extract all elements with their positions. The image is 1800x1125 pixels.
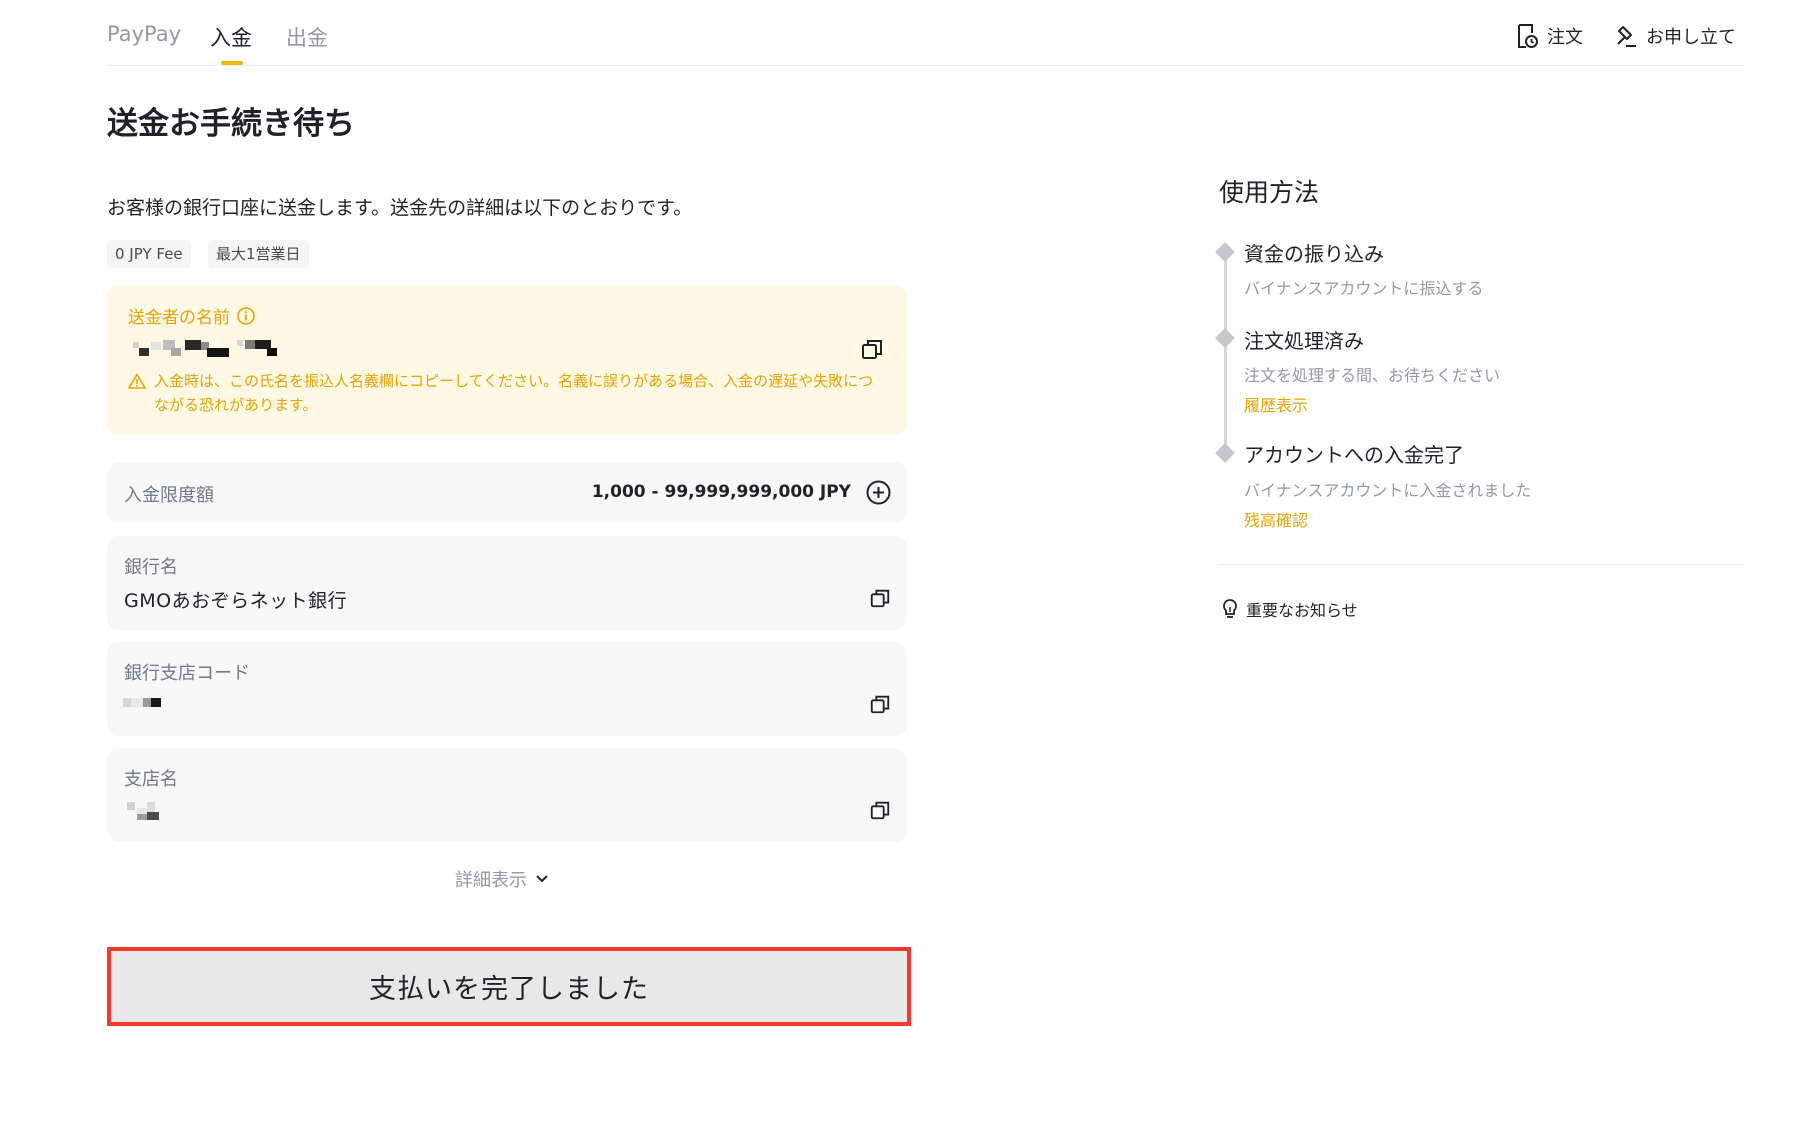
chevron-down-icon	[536, 875, 548, 883]
step-2-title: 注文処理済み	[1244, 329, 1364, 353]
step-2-marker	[1215, 328, 1235, 348]
appeal-button[interactable]: お申し立て	[1614, 23, 1736, 49]
balance-link[interactable]: 残高確認	[1244, 507, 1308, 531]
step-3-desc: バイナンスアカウントに入金されました	[1244, 481, 1532, 500]
plus-circle-icon[interactable]	[865, 479, 892, 506]
bank-name-value: GMOあおぞらネット銀行	[124, 590, 348, 612]
branch-code-label: 銀行支店コード	[124, 663, 250, 684]
fee-badge: 0 JPY Fee	[107, 240, 191, 268]
history-link[interactable]: 履歴表示	[1244, 392, 1308, 416]
tab-deposit[interactable]: 入金	[210, 22, 252, 52]
lightbulb-icon	[1223, 599, 1237, 618]
step-1-title: 資金の振り込み	[1244, 242, 1384, 266]
sender-name-label: 送金者の名前	[128, 308, 230, 328]
gavel-icon	[1617, 26, 1636, 47]
tab-paypay[interactable]: PayPay	[107, 22, 181, 46]
bank-name-card: 銀行名 GMOあおぞらネット銀行	[107, 536, 907, 630]
show-details-label: 詳細表示	[455, 870, 527, 891]
copy-branch-name-icon[interactable]	[869, 799, 891, 821]
step-1-marker	[1215, 242, 1235, 262]
step-2-desc: 注文を処理する間、お待ちください	[1244, 366, 1501, 385]
show-details-toggle[interactable]: 詳細表示	[455, 866, 549, 892]
active-tab-indicator	[221, 61, 243, 65]
sender-name-label-row: 送金者の名前	[128, 303, 256, 328]
important-notice-label: 重要なお知らせ	[1246, 601, 1358, 620]
bank-name-label: 銀行名	[124, 557, 178, 578]
timeline-line	[1224, 250, 1227, 455]
intro-text: お客様の銀行口座に送金します。送金先の詳細は以下のとおりです。	[107, 197, 693, 219]
duration-badge: 最大1営業日	[208, 240, 309, 268]
order-label: 注文	[1547, 27, 1583, 48]
warning-icon	[128, 373, 146, 389]
appeal-label: お申し立て	[1646, 27, 1736, 48]
deposit-limit-card: 入金限度額 1,000 - 99,999,999,000 JPY	[107, 462, 907, 523]
copy-branch-code-icon[interactable]	[869, 693, 891, 715]
step-1-desc: バイナンスアカウントに振込する	[1244, 279, 1484, 298]
sender-name-warning: 入金時は、この氏名を振込人名義欄にコピーしてください。名義に誤りがある場合、入金…	[128, 369, 888, 417]
info-icon[interactable]	[236, 306, 256, 326]
warning-text: 入金時は、この氏名を振込人名義欄にコピーしてください。名義に誤りがある場合、入金…	[154, 372, 874, 414]
branch-name-label: 支店名	[124, 769, 178, 790]
copy-sender-name-icon[interactable]	[860, 337, 884, 361]
how-to-use-title: 使用方法	[1219, 178, 1320, 207]
tab-withdraw[interactable]: 出金	[286, 22, 328, 52]
deposit-limit-label: 入金限度額	[124, 485, 214, 506]
step-3-title: アカウントへの入金完了	[1244, 443, 1464, 467]
sender-name-card: 送金者の名前 入金時は、この氏名を振込人名義欄にコピーしてください。名義に誤りが…	[107, 285, 907, 435]
order-button[interactable]: 注文	[1515, 23, 1583, 49]
deposit-page: PayPay 入金 出金 注文 お申し立て 送金お手続き待ち お客様の銀行口座に…	[0, 0, 1800, 1125]
page-title: 送金お手続き待ち	[107, 106, 355, 142]
right-divider	[1219, 564, 1743, 565]
top-nav: PayPay 入金 出金 注文 お申し立て	[107, 0, 1743, 66]
copy-bank-name-icon[interactable]	[869, 587, 891, 609]
deposit-limit-value: 1,000 - 99,999,999,000 JPY	[591, 482, 851, 502]
important-notice-link[interactable]: 重要なお知らせ	[1222, 597, 1358, 621]
branch-code-card: 銀行支店コード	[107, 642, 907, 736]
order-icon	[1518, 24, 1538, 48]
branch-name-card: 支店名	[107, 748, 907, 842]
step-3-marker	[1215, 443, 1235, 463]
payment-completed-button[interactable]: 支払いを完了しました	[107, 947, 911, 1026]
